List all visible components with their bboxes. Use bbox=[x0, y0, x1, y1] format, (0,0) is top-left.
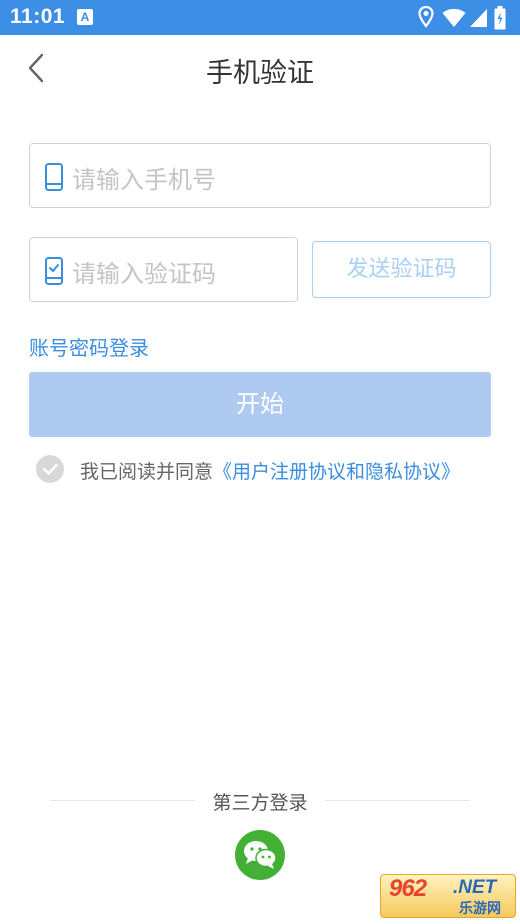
wechat-login-button[interactable] bbox=[235, 830, 285, 880]
third-party-section: 第三方登录 bbox=[0, 785, 520, 815]
wechat-icon bbox=[244, 841, 277, 869]
location-icon bbox=[418, 6, 434, 28]
page-title: 手机验证 bbox=[206, 58, 314, 89]
divider-right bbox=[325, 800, 470, 801]
status-bar: 11:01 A bbox=[0, 0, 520, 35]
agreement-text: 我已阅读并同意《用户注册协议和隐私协议》 bbox=[80, 457, 460, 484]
third-party-label: 第三方登录 bbox=[212, 792, 308, 814]
status-time: 11:01 bbox=[10, 5, 66, 28]
nav-bar: 手机验证 bbox=[0, 35, 520, 103]
code-placeholder: 请输入验证码 bbox=[72, 260, 216, 288]
watermark-logo: 962 .NET 乐游网 bbox=[380, 874, 516, 918]
send-code-button[interactable]: 发送验证码 bbox=[312, 241, 491, 298]
code-field[interactable]: 请输入验证码 bbox=[29, 237, 298, 302]
start-button[interactable]: 开始 bbox=[29, 372, 491, 437]
watermark-main: 962 bbox=[389, 875, 427, 902]
agreement-row: 我已阅读并同意《用户注册协议和隐私协议》 bbox=[36, 455, 506, 485]
status-icons bbox=[412, 6, 512, 30]
a-icon: A bbox=[77, 9, 93, 25]
phone-placeholder: 请输入手机号 bbox=[72, 166, 216, 194]
signal-icon bbox=[470, 9, 487, 27]
account-login-link[interactable]: 账号密码登录 bbox=[29, 332, 149, 361]
agree-checkbox[interactable] bbox=[36, 455, 64, 483]
battery-icon bbox=[494, 6, 506, 30]
watermark-sub: 乐游网 bbox=[459, 901, 501, 917]
check-icon bbox=[42, 463, 58, 475]
agreement-prefix: 我已阅读并同意 bbox=[80, 461, 214, 483]
watermark-net: .NET bbox=[453, 877, 497, 898]
wifi-icon bbox=[442, 8, 466, 27]
phone-field[interactable]: 请输入手机号 bbox=[29, 143, 491, 208]
agreement-link[interactable]: 《用户注册协议和隐私协议》 bbox=[213, 461, 460, 483]
phone-icon bbox=[45, 163, 63, 191]
phone-check-icon bbox=[45, 257, 63, 285]
